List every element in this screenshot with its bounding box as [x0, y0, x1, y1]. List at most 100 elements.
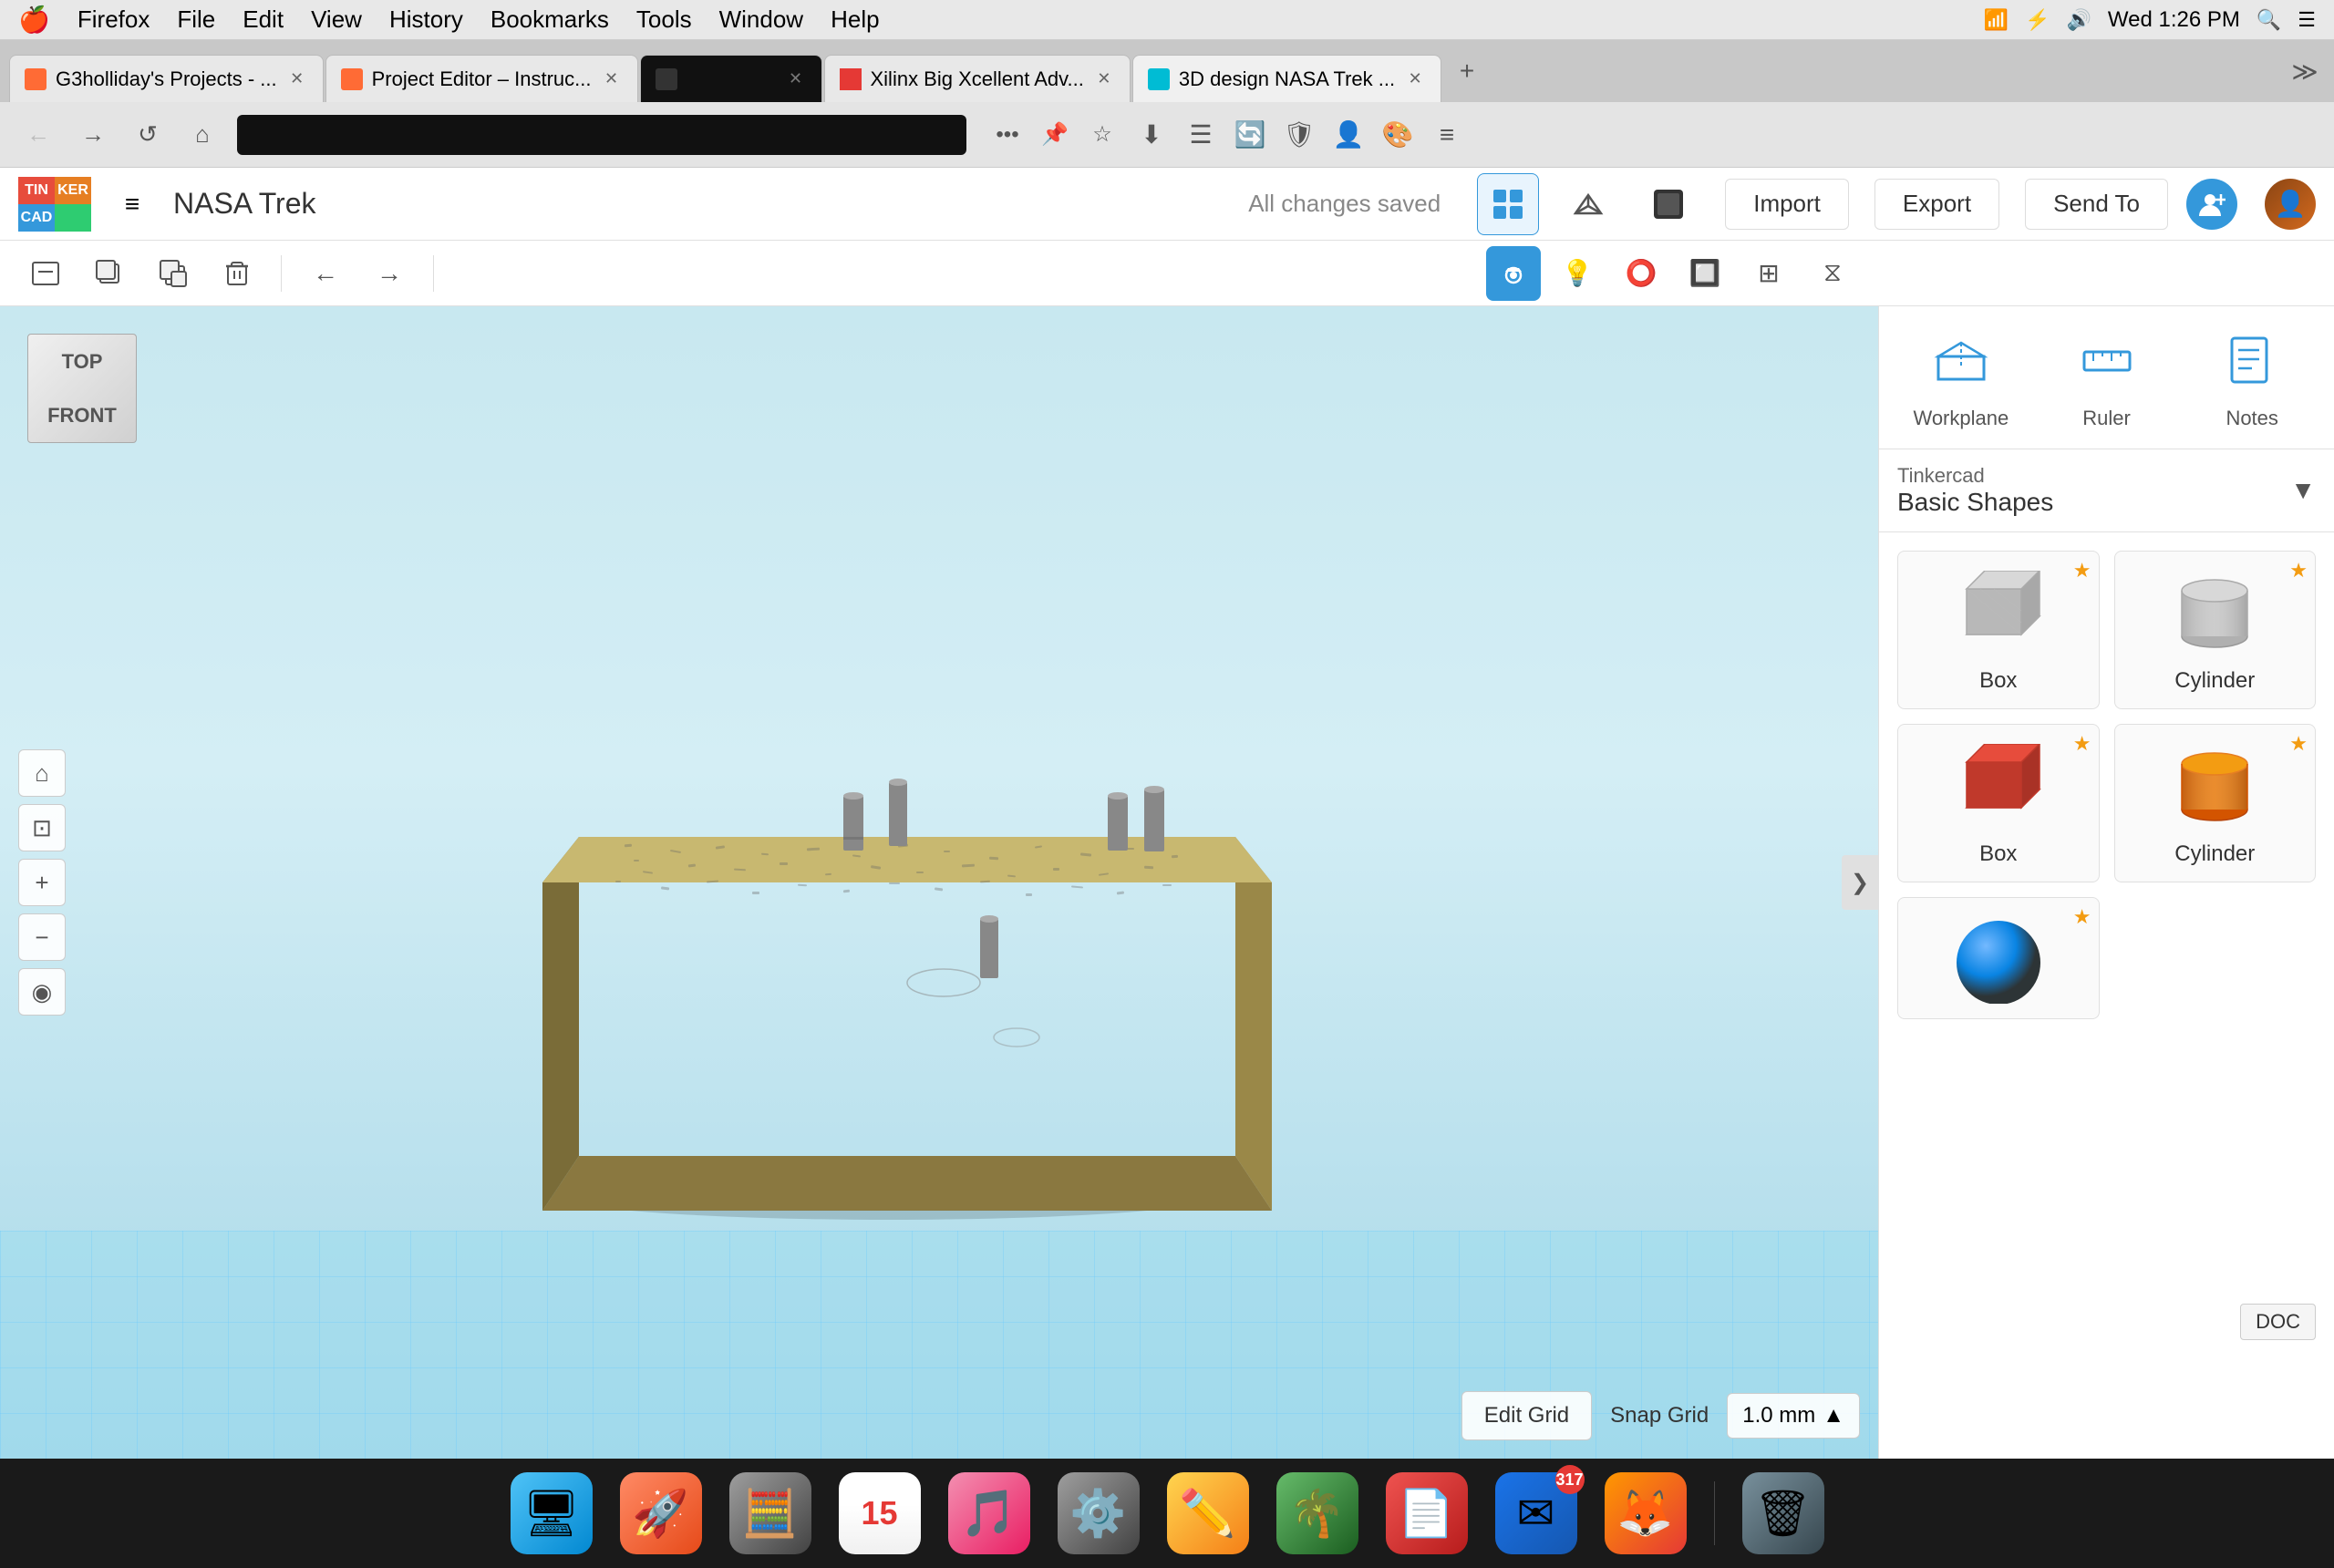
- tab-empty[interactable]: ✕: [640, 55, 822, 102]
- toolbar-color-icon[interactable]: 🎨: [1380, 118, 1415, 152]
- hamburger-menu-button[interactable]: ≡: [109, 181, 155, 227]
- 3d-view-button[interactable]: [1557, 173, 1619, 235]
- shape-star-4[interactable]: ★: [2289, 732, 2308, 756]
- dock-trash[interactable]: 🗑: [1742, 1472, 1824, 1554]
- toolbar-account-icon[interactable]: 👤: [1331, 118, 1366, 152]
- tab-list-button[interactable]: ≫: [2285, 51, 2325, 91]
- ruler-tool[interactable]: Ruler: [2043, 325, 2171, 430]
- tab-close-nasa[interactable]: ✕: [1404, 68, 1426, 90]
- dock-itunes[interactable]: 🎵: [948, 1472, 1030, 1554]
- undo-button[interactable]: ←: [298, 246, 353, 301]
- dock-acrobat[interactable]: 📄: [1386, 1472, 1468, 1554]
- tab-close-editor[interactable]: ✕: [601, 68, 623, 90]
- address-bar[interactable]: [237, 115, 966, 155]
- menu-firefox[interactable]: Firefox: [77, 5, 150, 34]
- shape-star-1[interactable]: ★: [2073, 559, 2091, 583]
- perspective-button[interactable]: ◉: [18, 968, 66, 1016]
- user-avatar[interactable]: 👤: [2265, 179, 2316, 230]
- dock-photos[interactable]: 🌴: [1276, 1472, 1358, 1554]
- dock-pencil[interactable]: ✏️: [1167, 1472, 1249, 1554]
- tool-align[interactable]: ⊞: [1741, 246, 1796, 301]
- workplane-tool[interactable]: Workplane: [1897, 325, 2025, 430]
- toolbar-bars-icon[interactable]: ☰: [1183, 118, 1218, 152]
- view-cube-box[interactable]: TOP FRONT: [27, 334, 137, 443]
- menu-tools[interactable]: Tools: [636, 5, 692, 34]
- snap-grid-dropdown[interactable]: 1.0 mm ▲: [1727, 1393, 1860, 1439]
- menu-file[interactable]: File: [177, 5, 215, 34]
- edit-grid-button[interactable]: Edit Grid: [1461, 1391, 1592, 1440]
- shape-star-2[interactable]: ★: [2289, 559, 2308, 583]
- dock-launchpad[interactable]: 🚀: [620, 1472, 702, 1554]
- control-center-icon[interactable]: ☰: [2298, 8, 2316, 32]
- menu-view[interactable]: View: [311, 5, 362, 34]
- home-view-button[interactable]: ⌂: [18, 749, 66, 797]
- back-button[interactable]: ←: [18, 115, 58, 155]
- view-cube-front[interactable]: FRONT: [47, 404, 117, 428]
- panel-collapse-button[interactable]: ❯: [1842, 855, 1878, 910]
- dock-calculator[interactable]: 🧮: [729, 1472, 811, 1554]
- new-tab-button[interactable]: +: [1447, 51, 1487, 91]
- tab-project-editor[interactable]: Project Editor – Instruc... ✕: [325, 55, 638, 102]
- zoom-in-button[interactable]: +: [18, 859, 66, 906]
- toolbar-pocket-icon[interactable]: 📌: [1038, 118, 1072, 152]
- delete-button[interactable]: [210, 246, 264, 301]
- forward-button[interactable]: →: [73, 115, 113, 155]
- duplicate-button[interactable]: [146, 246, 201, 301]
- fit-view-button[interactable]: ⊡: [18, 804, 66, 851]
- dock-calendar[interactable]: 15: [839, 1472, 921, 1554]
- toolbar-more-icon[interactable]: •••: [990, 118, 1025, 152]
- toolbar-sync-icon[interactable]: 🔄: [1233, 118, 1267, 152]
- notes-tool[interactable]: Notes: [2188, 325, 2316, 430]
- tab-close-g3[interactable]: ✕: [286, 68, 308, 90]
- shape-box-red[interactable]: ★ Box: [1897, 724, 2100, 882]
- view-cube-top[interactable]: TOP: [62, 350, 103, 374]
- dark-view-button[interactable]: [1637, 173, 1699, 235]
- apple-menu[interactable]: 🍎: [18, 5, 50, 35]
- shape-cylinder-gray[interactable]: ★: [2114, 551, 2317, 709]
- light-button[interactable]: 💡: [1550, 246, 1605, 301]
- tab-nasa-trek[interactable]: 3D design NASA Trek ... ✕: [1132, 55, 1441, 102]
- tool-mirror[interactable]: ⧖: [1805, 246, 1860, 301]
- cut-button[interactable]: [18, 246, 73, 301]
- dock-finder[interactable]: 🖥: [511, 1472, 593, 1554]
- shape-library-dropdown[interactable]: Tinkercad Basic Shapes ▼: [1879, 449, 2334, 532]
- copy-button[interactable]: [82, 246, 137, 301]
- shape-box-gray[interactable]: ★ Box: [1897, 551, 2100, 709]
- add-user-button[interactable]: [2186, 179, 2237, 230]
- menu-bookmarks[interactable]: Bookmarks: [491, 5, 609, 34]
- tinkercad-logo[interactable]: TIN KER CAD: [18, 177, 91, 232]
- send-to-button[interactable]: Send To: [2025, 179, 2168, 230]
- tab-g3holliday[interactable]: G3holliday's Projects - ... ✕: [9, 55, 324, 102]
- shape-sphere-blue[interactable]: ★: [1897, 897, 2100, 1019]
- import-button[interactable]: Import: [1725, 179, 1849, 230]
- menu-history[interactable]: History: [389, 5, 463, 34]
- toolbar-downloads-icon[interactable]: ⬇: [1134, 118, 1169, 152]
- toolbar-shield-icon[interactable]: 🛡: [1282, 118, 1317, 152]
- toolbar-hamburger-icon[interactable]: ≡: [1430, 118, 1464, 152]
- tab-close-xilinx[interactable]: ✕: [1093, 68, 1115, 90]
- dock-mail[interactable]: ✉ 317: [1495, 1472, 1577, 1554]
- redo-button[interactable]: →: [362, 246, 417, 301]
- menu-window[interactable]: Window: [719, 5, 803, 34]
- reload-button[interactable]: ↺: [128, 115, 168, 155]
- home-button[interactable]: ⌂: [182, 115, 222, 155]
- grid-view-button[interactable]: [1477, 173, 1539, 235]
- zoom-out-button[interactable]: −: [18, 913, 66, 961]
- export-button[interactable]: Export: [1874, 179, 1999, 230]
- shape-star-5[interactable]: ★: [2073, 905, 2091, 929]
- toolbar-bookmark-icon[interactable]: ☆: [1085, 118, 1120, 152]
- view-cube[interactable]: TOP FRONT: [27, 334, 137, 443]
- tab-xilinx[interactable]: Xilinx Big Xcellent Adv... ✕: [824, 55, 1131, 102]
- shape-cylinder-orange[interactable]: ★: [2114, 724, 2317, 882]
- search-icon[interactable]: 🔍: [2257, 8, 2281, 32]
- dock-settings[interactable]: ⚙️: [1058, 1472, 1140, 1554]
- tool-shape[interactable]: 🔲: [1678, 246, 1732, 301]
- camera-button[interactable]: [1486, 246, 1541, 301]
- project-name[interactable]: NASA Trek: [173, 187, 1230, 221]
- shape-star-3[interactable]: ★: [2073, 732, 2091, 756]
- dock-firefox[interactable]: 🦊: [1605, 1472, 1687, 1554]
- tool-circle[interactable]: ⭕: [1614, 246, 1668, 301]
- menu-help[interactable]: Help: [831, 5, 879, 34]
- 3d-viewport[interactable]: TOP FRONT ⌂ ⊡ + − ◉ ❯ Edit Grid Snap Gri…: [0, 306, 1878, 1459]
- tab-close-empty[interactable]: ✕: [785, 68, 807, 90]
